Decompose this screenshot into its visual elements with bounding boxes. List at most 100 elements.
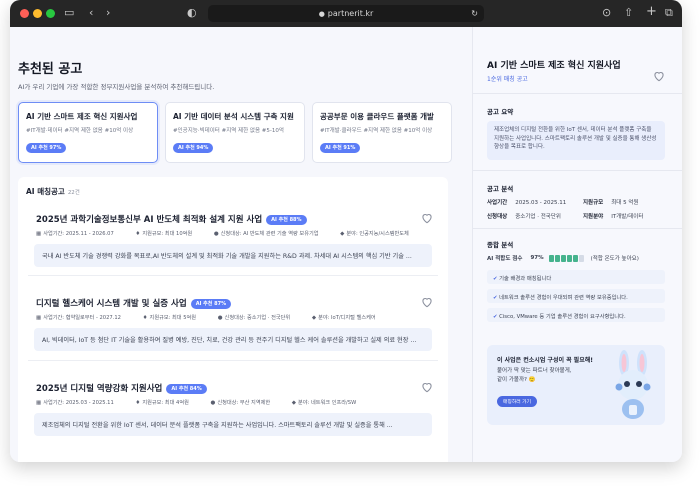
back-icon[interactable]: ‹: [89, 6, 93, 20]
cta-body: 붙어가 딱 맞는 파트너 찾아볼게, 같이 가볼까? 🙂: [497, 368, 572, 383]
target-value: 중소기업 · 전국단위: [515, 214, 561, 220]
period-value: 2025.03 - 2025.11: [515, 200, 567, 206]
score-bar-segment: [554, 254, 560, 262]
item-scale: 지원규모: 최대 10억원: [142, 231, 193, 237]
check-text: Cisco, VMware 등 기업 솔루션 경험이 요구사항입니다.: [499, 314, 626, 320]
forward-icon[interactable]: ›: [106, 6, 110, 20]
item-title: 디지털 헬스케어 시스템 개발 및 실증 사업 AI 추천 87%: [36, 297, 232, 309]
recommended-card[interactable]: 공공부문 이용 클라우드 플랫폼 개발 #IT개발·클라우드 #지역 제한 없음…: [312, 102, 452, 163]
field-field: 지원분야 IT개발/데이터: [583, 212, 643, 220]
calendar-icon: ▦: [36, 315, 42, 321]
check-item: ✔ 네트워크 솔루션 경험이 우대되며 관련 역량 보유중입니다.: [487, 289, 665, 303]
score-bar-segment: [548, 254, 554, 262]
ai-score-badge: AI 추천 97%: [26, 142, 67, 153]
check-text: 기술 배경과 매칭됩니다: [499, 276, 552, 282]
ai-score-badge: AI 추천 94%: [173, 142, 214, 153]
score-bar-segment: [560, 254, 566, 262]
ai-score-badge: AI 추천 88%: [266, 214, 307, 225]
ai-fit-score: AI 적합도 점수 97% (적합 온도가 높아요): [487, 254, 639, 262]
item-meta: ▦ 사업기간: 협약일로부터 - 2027.12 ♦ 지원규모: 최대 5억원 ● 신…: [36, 314, 396, 321]
detail-title: AI 기반 스마트 제조 혁신 지원사업: [487, 61, 621, 71]
divider: [473, 228, 682, 229]
recommended-card[interactable]: AI 기반 스마트 제조 혁신 지원사업 #IT개발·데이터 #지역 제한 없음…: [18, 102, 158, 163]
list-heading-text: AI 매칭공고: [26, 187, 65, 196]
page-subtitle: AI가 우리 기업에 가장 적합한 정부지원사업을 분석하여 추천해드립니다.: [18, 83, 215, 91]
score-bar-segment: [572, 254, 578, 262]
page-content: 추천된 공고 AI가 우리 기업에 가장 적합한 정부지원사업을 분석하여 추천…: [10, 27, 682, 462]
bunny-mascot-icon: [615, 350, 651, 419]
item-scale: 지원규모: 최대 5억원: [149, 315, 197, 321]
divider: [473, 170, 682, 171]
card-title: AI 기반 데이터 분석 시스템 구축 지원: [173, 112, 294, 121]
matching-button[interactable]: 매칭하러 가기: [497, 396, 538, 407]
item-description: 제조업체의 디지털 전환을 위한 IoT 센서, 데이터 분석 플랫폼 구축을 …: [34, 413, 432, 436]
maximize-window-button[interactable]: [46, 9, 55, 18]
scale-field: 지원규모 최대 5 억원: [583, 198, 639, 206]
favorite-heart-icon[interactable]: [420, 211, 434, 225]
people-icon: ●: [213, 231, 219, 237]
item-period: 사업기간: 2025.11 - 2026.07: [43, 231, 114, 237]
divider: [28, 360, 438, 361]
money-bag-icon: ♦: [135, 231, 141, 237]
calendar-icon: ▦: [36, 400, 42, 406]
card-tags: #인공지능·빅데이터 #지역 제한 없음 #5-10억: [173, 128, 284, 134]
score-label: AI 적합도 점수: [487, 256, 523, 262]
target-field: 신청대상 중소기업 · 전국단위: [487, 212, 561, 220]
item-title-text: 2025년 디지털 역량강화 지원사업: [36, 384, 163, 394]
item-target: 신청대상: 부산 지역제한: [217, 400, 271, 406]
tabs-overview-icon[interactable]: ⧉: [665, 6, 673, 20]
item-meta: ▦ 사업기간: 2025.03 - 2025.11 ♦ 지원규모: 최대 4억원 ●…: [36, 399, 376, 406]
cta-title: 이 사업은 컨소시엄 구성이 꼭 필요해!: [497, 357, 593, 364]
new-tab-icon[interactable]: +: [646, 5, 657, 19]
close-window-button[interactable]: [20, 9, 29, 18]
item-title: 2025년 디지털 역량강화 지원사업 AI 추천 84%: [36, 382, 207, 394]
score-bar: [548, 254, 585, 262]
url-text: partnerit.kr: [327, 9, 374, 18]
list-count: 22건: [67, 190, 80, 196]
favorite-heart-icon[interactable]: [652, 69, 666, 83]
detail-sidebar: AI 기반 스마트 제조 혁신 지원사업 1순위 매칭 공고 공고 요약 제조업…: [472, 27, 682, 462]
card-tags: #IT개발·클라우드 #지역 제한 없음 #10억 이상: [320, 128, 433, 134]
scale-key: 지원규모: [583, 200, 604, 206]
item-period: 사업기간: 2025.03 - 2025.11: [43, 400, 114, 406]
minimize-window-button[interactable]: [33, 9, 42, 18]
score-bar-segment: [566, 254, 572, 262]
download-icon[interactable]: ⊙: [602, 6, 611, 20]
summary-heading: 공고 요약: [487, 108, 514, 116]
sidebar-toggle-icon[interactable]: ▭: [64, 6, 74, 20]
privacy-shield-icon[interactable]: ◐: [187, 6, 197, 20]
item-field: 분야: IoT/디지털 헬스케어: [318, 315, 376, 321]
scale-value: 최대 5 억원: [611, 200, 639, 206]
money-bag-icon: ♦: [142, 315, 148, 321]
period-field: 사업기간 2025.03 - 2025.11: [487, 198, 566, 206]
tag-icon: ◆: [311, 315, 317, 321]
lock-icon: ●: [318, 9, 325, 18]
analysis-heading: 공고 분석: [487, 185, 514, 193]
favorite-heart-icon[interactable]: [420, 295, 434, 309]
page-title: 추천된 공고: [18, 62, 83, 77]
score-value: 97%: [530, 255, 544, 261]
check-text: 네트워크 솔루션 경험이 우대되며 관련 역량 보유중입니다.: [499, 295, 628, 301]
people-icon: ●: [210, 400, 216, 406]
item-target: 신청대상: AI 반도체 관련 기술 역량 보유기업: [220, 231, 319, 237]
people-icon: ●: [217, 315, 223, 321]
favorite-heart-icon[interactable]: [420, 380, 434, 394]
matched-list: AI 매칭공고 22건 2025년 과학기술정보통신부 AI 반도체 최적화 설계…: [18, 177, 448, 462]
recommended-card[interactable]: AI 기반 데이터 분석 시스템 구축 지원 #인공지능·빅데이터 #지역 제한…: [165, 102, 305, 163]
card-title: AI 기반 스마트 제조 혁신 지원사업: [26, 112, 138, 121]
score-note: (적합 온도가 높아요): [590, 256, 639, 262]
check-item: ✔ Cisco, VMware 등 기업 솔루션 경험이 요구사항입니다.: [487, 308, 665, 322]
tag-icon: ◆: [340, 231, 345, 237]
reload-icon[interactable]: ↻: [471, 9, 478, 18]
consortium-cta: 이 사업은 컨소시엄 구성이 꼭 필요해! 붙어가 딱 맞는 파트너 찾아볼게,…: [487, 345, 665, 425]
share-icon[interactable]: ⇧: [624, 6, 633, 20]
target-key: 신청대상: [487, 214, 508, 220]
item-description: 국내 AI 반도체 기술 경쟁력 강화를 목표로,AI 반도체의 설계 및 최적…: [34, 244, 432, 267]
calendar-icon: ▦: [36, 231, 42, 237]
divider: [28, 275, 438, 276]
divider: [473, 93, 682, 94]
address-bar[interactable]: ● partnerit.kr ↻: [208, 5, 484, 22]
item-field: 분야: 네트워크 인프라/SW: [298, 400, 357, 406]
detail-rank: 1순위 매칭 공고: [487, 76, 528, 83]
summary-text: 제조업체의 디지털 전환을 위한 IoT 센서, 데이터 분석 플랫폼 구축을 …: [487, 121, 665, 160]
